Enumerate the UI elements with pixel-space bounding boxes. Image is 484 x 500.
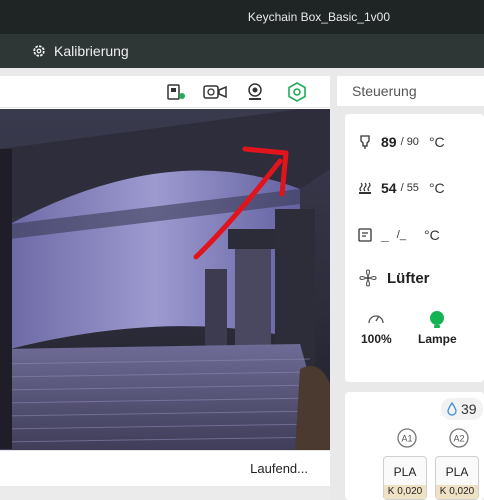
- slot-a2-icon[interactable]: A2: [447, 426, 471, 450]
- filament-1-name: PLA: [393, 465, 417, 479]
- chamber-target[interactable]: /_: [397, 229, 406, 241]
- lamp-label: Lampe: [418, 332, 457, 346]
- bed-unit: °C: [428, 180, 445, 196]
- humidity-pill[interactable]: 39: [441, 398, 483, 420]
- nozzle-unit: °C: [428, 134, 445, 150]
- humidity-drop-icon: [447, 402, 457, 416]
- chamber-icon: [358, 228, 372, 242]
- printer-status-icon[interactable]: [165, 82, 187, 102]
- speed-value: 100%: [361, 332, 392, 346]
- bed-temp-row[interactable]: 54 / 55 °C: [357, 176, 445, 200]
- fan-label: Lüfter: [387, 269, 430, 287]
- heatbed-icon: [359, 182, 371, 194]
- nozzle-target[interactable]: / 90: [401, 136, 419, 148]
- nozzle-icon: [360, 135, 370, 149]
- lamp-icon: [430, 311, 445, 328]
- ams-card: 39 A1 A2 PLA K 0,020 PLA K 0,020: [345, 392, 484, 500]
- slot-a1-label: A1: [401, 434, 412, 444]
- tab-kalibrierung[interactable]: Kalibrierung: [32, 34, 129, 68]
- menu-bar: Kalibrierung: [0, 34, 484, 68]
- chamber-current: _: [381, 227, 389, 243]
- fan-icon: [359, 269, 377, 287]
- camera-video-icon[interactable]: [202, 82, 228, 102]
- control-title: Steuerung: [352, 83, 417, 99]
- bottom-strip: [0, 486, 330, 500]
- temperature-card: 89 / 90 °C 54 / 55 °C _ /_ °C Lüfter 100…: [345, 114, 484, 382]
- chamber-temp-row[interactable]: _ /_ °C: [357, 223, 440, 247]
- bed-target[interactable]: / 55: [401, 182, 419, 194]
- slot-a1-icon[interactable]: A1: [395, 426, 419, 450]
- bed-current: 54: [381, 180, 397, 196]
- tab-label: Kalibrierung: [54, 43, 129, 59]
- status-text: Laufend...: [250, 461, 308, 476]
- lamp-control[interactable]: Lampe: [418, 310, 457, 346]
- window-title: Keychain Box_Basic_1v00: [247, 10, 390, 24]
- filament-1-k: K 0,020: [384, 485, 426, 499]
- gear-icon: [33, 45, 45, 57]
- humidity-value: 39: [461, 401, 477, 417]
- chamber-unit: °C: [423, 227, 440, 243]
- control-header: Steuerung: [337, 76, 484, 106]
- webcam-icon[interactable]: [244, 82, 266, 102]
- speed-control[interactable]: 100%: [361, 310, 392, 346]
- status-bar: Laufend...: [0, 450, 330, 486]
- camera-feed: [0, 109, 330, 450]
- nozzle-current: 89: [381, 134, 397, 150]
- filament-2-k: K 0,020: [436, 485, 478, 499]
- control-panel: Steuerung 89 / 90 °C 54 / 55 °C _ /_ °C …: [337, 76, 484, 500]
- filament-2-name: PLA: [445, 465, 469, 479]
- slot-a2-label: A2: [453, 434, 464, 444]
- camera-image: [0, 109, 330, 450]
- camera-panel: Laufend...: [0, 76, 330, 500]
- settings-hex-icon[interactable]: [286, 82, 308, 102]
- speedometer-icon: [368, 315, 384, 324]
- filament-slot-1[interactable]: PLA K 0,020: [383, 456, 427, 500]
- title-bar: Keychain Box_Basic_1v00: [0, 0, 484, 34]
- nozzle-temp-row[interactable]: 89 / 90 °C: [357, 130, 445, 154]
- fan-row[interactable]: Lüfter: [359, 269, 430, 287]
- camera-toolbar: [0, 76, 330, 108]
- filament-slot-2[interactable]: PLA K 0,020: [435, 456, 479, 500]
